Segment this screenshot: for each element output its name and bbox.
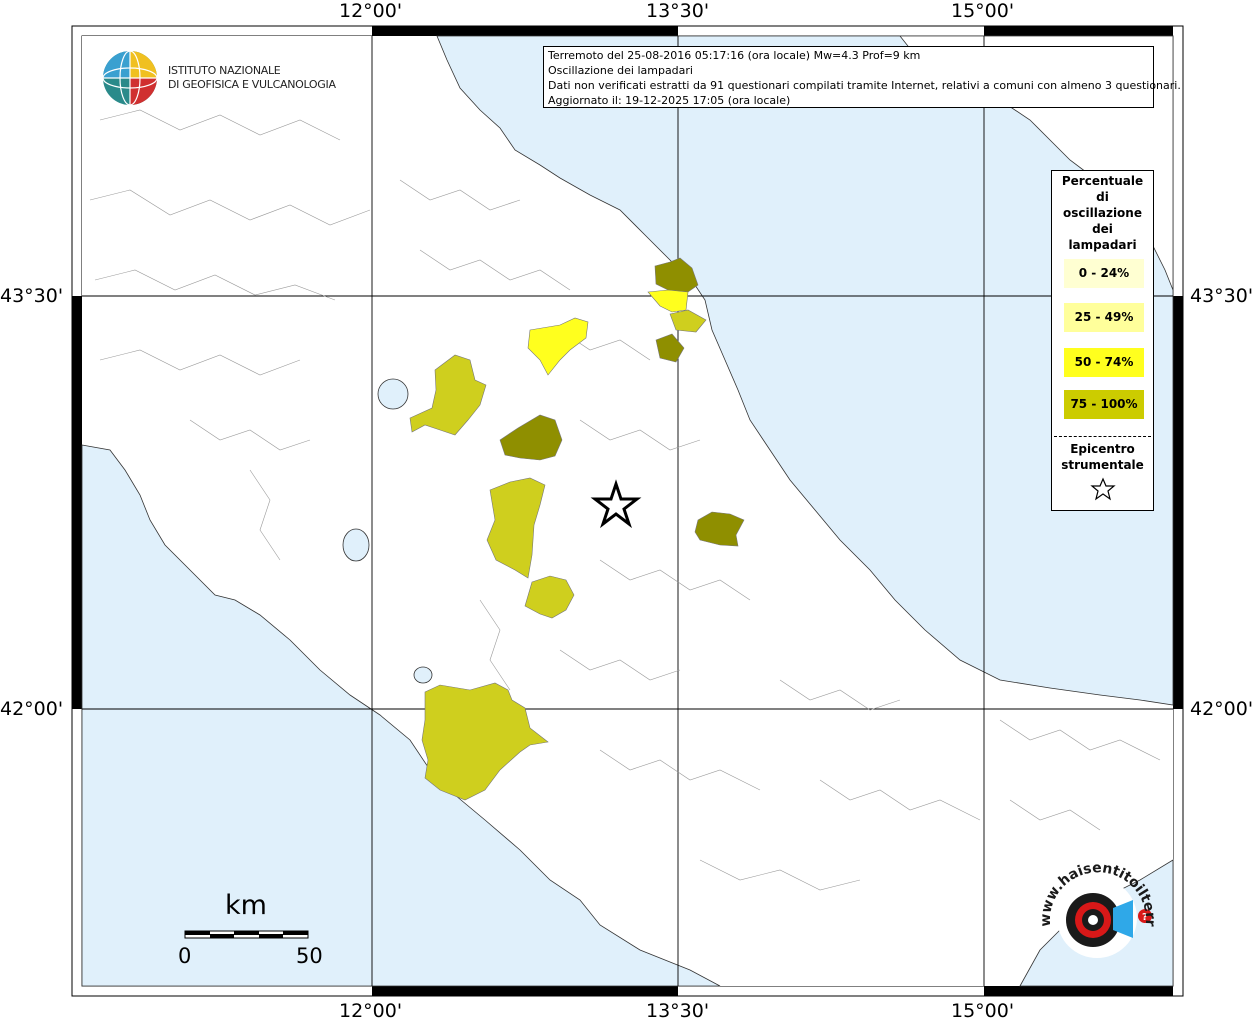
scale-bar-min: 0 xyxy=(178,944,192,968)
lake-fucino xyxy=(413,666,433,684)
legend-class-2: 50 - 74% xyxy=(1064,348,1144,377)
legend-title-line-1: Percentuale xyxy=(1061,174,1144,188)
legend-epicenter-line-2: strumentale xyxy=(1061,458,1144,472)
scale-bar-title: km xyxy=(225,890,267,921)
legend-epicenter-label: Epicentro strumentale xyxy=(1052,441,1153,473)
ingv-logo-text: ISTITUTO NAZIONALE DI GEOFISICA E VULCAN… xyxy=(168,64,336,92)
legend-class-3: 75 - 100% xyxy=(1064,390,1144,419)
lake-trasimeno xyxy=(377,378,409,410)
event-info-line-3: Dati non verificati estratti da 91 quest… xyxy=(548,79,1181,92)
legend-box: Percentuale di oscillazione dei lampadar… xyxy=(1051,170,1154,511)
ingv-logo-line-1: ISTITUTO NAZIONALE xyxy=(168,64,281,77)
event-info-line-2: Oscillazione dei lampadari xyxy=(548,64,693,77)
legend-title-line-5: lampadari xyxy=(1068,238,1137,252)
scale-bar-max: 50 xyxy=(296,944,323,968)
legend-title: Percentuale di oscillazione dei lampadar… xyxy=(1052,173,1153,253)
haisentito-badge-logo: ? www.haisentitoilterremoto.it xyxy=(1033,860,1158,958)
legend-separator xyxy=(1054,436,1151,437)
scale-bar-graphic xyxy=(184,930,309,939)
event-info-line-4: Aggiornato il: 19-12-2025 17:05 (ora loc… xyxy=(548,94,791,107)
event-info-box: Terremoto del 25-08-2016 05:17:16 (ora l… xyxy=(543,46,1181,108)
legend-title-line-2: di xyxy=(1096,190,1109,204)
legend-class-0: 0 - 24% xyxy=(1064,259,1144,288)
legend-class-1: 25 - 49% xyxy=(1064,303,1144,332)
event-info-line-1: Terremoto del 25-08-2016 05:17:16 (ora l… xyxy=(548,49,921,62)
legend-title-line-4: dei xyxy=(1092,222,1113,236)
legend-star-icon xyxy=(1090,477,1116,501)
ingv-logo-globe-icon xyxy=(102,50,158,106)
lake-bolsena xyxy=(342,528,370,562)
ingv-logo-line-2: DI GEOFISICA E VULCANOLOGIA xyxy=(168,78,336,91)
legend-title-line-3: oscillazione xyxy=(1063,206,1142,220)
legend-epicenter-line-1: Epicentro xyxy=(1070,442,1135,456)
